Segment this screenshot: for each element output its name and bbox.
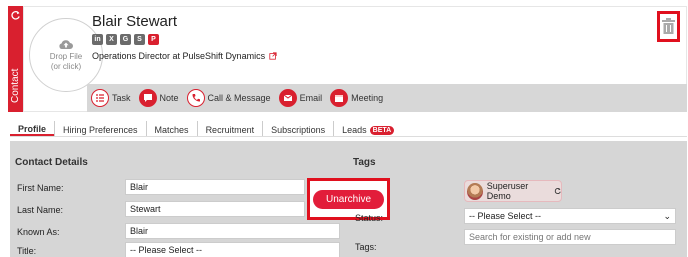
- note-action[interactable]: Note: [138, 89, 179, 107]
- github-icon[interactable]: G: [120, 34, 131, 45]
- skype-icon[interactable]: S: [134, 34, 145, 45]
- last-name-label: Last Name:: [17, 205, 64, 215]
- dropzone-line1: Drop File: [49, 52, 83, 61]
- tab-leads[interactable]: Leads BETA: [333, 121, 402, 136]
- known-as-label: Known As:: [17, 227, 60, 237]
- email-action[interactable]: Email: [278, 89, 323, 107]
- beta-badge: BETA: [369, 125, 395, 135]
- job-title-text: Operations Director at PulseShift Dynami…: [92, 51, 266, 61]
- avatar: [467, 182, 483, 200]
- tab-subscriptions-label: Subscriptions: [271, 125, 326, 135]
- phone-icon: [186, 89, 205, 107]
- first-name-label: First Name:: [17, 183, 64, 193]
- tab-hiring-preferences[interactable]: Hiring Preferences: [54, 121, 146, 136]
- tab-profile-label: Profile: [18, 124, 47, 134]
- tab-recruitment-label: Recruitment: [205, 125, 255, 135]
- note-label: Note: [159, 93, 179, 103]
- owner-chip[interactable]: Superuser Demo: [464, 180, 562, 202]
- first-name-field[interactable]: Blair: [125, 179, 305, 195]
- chevron-down-icon: ⌄: [663, 210, 671, 221]
- contact-details-title: Contact Details: [15, 157, 88, 168]
- note-icon: [138, 89, 157, 107]
- unarchive-button[interactable]: Unarchive: [312, 189, 385, 209]
- linkedin-icon[interactable]: in: [92, 34, 103, 45]
- tags-title: Tags: [353, 157, 376, 168]
- tab-matches[interactable]: Matches: [145, 121, 197, 136]
- tab-recruitment[interactable]: Recruitment: [196, 121, 263, 136]
- email-icon: [278, 89, 297, 107]
- last-name-value: Stewart: [130, 204, 161, 214]
- social-links: in X G S P: [92, 34, 159, 45]
- ribbon-label: Contact: [10, 68, 21, 104]
- status-select-value: -- Please Select --: [469, 211, 542, 221]
- dropzone-line2: (or click): [50, 62, 82, 71]
- title-select-value: -- Please Select --: [130, 245, 203, 255]
- refresh-icon[interactable]: [554, 187, 561, 195]
- location-pin-icon[interactable]: P: [148, 34, 159, 45]
- email-label: Email: [299, 93, 323, 103]
- title-select[interactable]: -- Please Select --: [125, 242, 340, 257]
- task-action[interactable]: Task: [91, 89, 131, 107]
- job-title: Operations Director at PulseShift Dynami…: [92, 51, 277, 61]
- activity-action-bar: Task Note Call & Message Email Meeting: [87, 84, 687, 112]
- refresh-icon[interactable]: [10, 10, 21, 21]
- first-name-value: Blair: [130, 182, 149, 192]
- contact-name: Blair Stewart: [92, 13, 178, 30]
- cloud-upload-icon: [59, 40, 73, 49]
- meeting-action[interactable]: Meeting: [330, 89, 383, 107]
- tab-hiring-preferences-label: Hiring Preferences: [63, 125, 138, 135]
- task-label: Task: [112, 93, 131, 103]
- profile-tabs: Profile Hiring Preferences Matches Recru…: [10, 121, 687, 137]
- tag-search-placeholder: Search for existing or add new: [469, 232, 591, 242]
- call-message-label: Call & Message: [207, 93, 271, 103]
- known-as-field[interactable]: Blair: [125, 223, 340, 239]
- tab-matches-label: Matches: [154, 125, 189, 135]
- contact-ribbon: Contact: [8, 6, 23, 112]
- trash-icon: [662, 18, 675, 34]
- call-message-action[interactable]: Call & Message: [186, 89, 271, 107]
- archive-trash-button[interactable]: [657, 11, 680, 42]
- status-select[interactable]: -- Please Select -- ⌄: [464, 208, 676, 224]
- external-link-icon[interactable]: [269, 52, 277, 60]
- tab-profile[interactable]: Profile: [10, 121, 55, 136]
- known-as-value: Blair: [130, 226, 149, 236]
- status-label: Status:: [355, 213, 384, 223]
- last-name-field[interactable]: Stewart: [125, 201, 305, 217]
- tab-subscriptions[interactable]: Subscriptions: [262, 121, 333, 136]
- task-icon: [91, 89, 109, 107]
- tags-label: Tags:: [355, 242, 377, 252]
- x-twitter-icon[interactable]: X: [106, 34, 117, 45]
- meeting-label: Meeting: [351, 93, 384, 103]
- tab-leads-label: Leads: [342, 125, 367, 135]
- tag-search-input[interactable]: Search for existing or add new: [464, 229, 676, 245]
- calendar-icon: [330, 89, 349, 107]
- owner-name: Superuser Demo: [486, 181, 529, 201]
- title-label: Title:: [17, 246, 37, 256]
